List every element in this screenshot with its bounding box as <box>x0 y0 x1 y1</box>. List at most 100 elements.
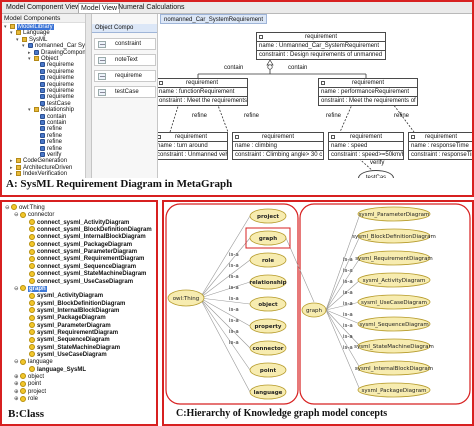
is-a-edge-label: is-a <box>229 263 239 269</box>
class-node-label: role <box>262 258 274 264</box>
is-a-edge-label: is-a <box>343 323 353 329</box>
requirement-performance[interactable]: requirement name : performanceRequiremen… <box>318 78 418 106</box>
owl-class-icon <box>29 292 35 299</box>
element-icon <box>40 119 45 125</box>
folder-icon <box>34 55 39 61</box>
owl-class-icon <box>29 307 35 314</box>
requirement-function[interactable]: requirement name : functionRequirement o… <box>158 78 248 106</box>
owl-class-icon <box>29 248 35 255</box>
is-a-edge-label: is-a <box>343 290 353 296</box>
is-a-edge <box>199 237 251 299</box>
field-icon <box>98 57 106 64</box>
property-constraint[interactable]: constraint <box>94 38 156 50</box>
class-tree-item-label: connect_sysml_InternalBlockDiagram <box>37 234 146 241</box>
contain-label-right: contain <box>288 65 308 71</box>
is-a-edge <box>199 215 251 299</box>
owl-class-icon <box>29 351 35 358</box>
property-requirement[interactable]: requireme <box>94 70 156 82</box>
element-icon <box>40 94 45 100</box>
owl-class-icon <box>29 329 35 336</box>
collapse-icon[interactable]: ⊖ <box>14 211 20 220</box>
class-tree-item-label: sysml_ParameterDiagram <box>37 322 111 329</box>
property-testcase[interactable]: testCase <box>94 86 156 98</box>
class-tree-item-label: connector <box>28 212 55 219</box>
class-tree-item-label: connect_sysml_ActivityDiagram <box>37 219 130 226</box>
model-tree-item[interactable]: ▸ IndexVerification <box>10 170 67 178</box>
class-tree-item-label: connect_sysml_RequirementDiagram <box>37 256 145 263</box>
knowledge-graph-canvas[interactable]: is-a is-a is-a is-a is-a is-a is-a is-a is-a is-a… <box>164 202 472 406</box>
folder-icon <box>34 107 39 113</box>
class-node-label: connector <box>253 346 284 352</box>
requirement-turn-around[interactable]: requirement name : turn around constrain… <box>158 132 228 160</box>
owl-class-icon <box>11 204 17 211</box>
collapse-icon[interactable]: ⊖ <box>14 358 20 367</box>
owl-class-icon <box>29 241 35 248</box>
is-a-edge <box>199 297 251 305</box>
class-tree-item-label: sysml_SequenceDiagram <box>37 337 110 344</box>
requirement-root[interactable]: requirement name : Unmanned_Car_SystemRe… <box>256 32 386 60</box>
is-a-edge-label: is-a <box>343 301 353 307</box>
class-node-label: object <box>258 302 278 308</box>
owl-class-icon <box>29 322 35 329</box>
collapse-icon[interactable]: ⊖ <box>14 285 20 294</box>
class-tree-item-label: sysml_PackageDiagram <box>37 315 106 322</box>
tab-model-view[interactable]: Model View <box>78 3 121 13</box>
owl-class-icon <box>29 233 35 240</box>
requirement-response-time[interactable]: requirement name : responseTime constrai… <box>408 132 472 160</box>
diagram-class-node-label: sysml_ActivityDiagram <box>363 278 426 284</box>
owl-thing-node-label: owl:Thing <box>173 296 200 302</box>
owl-class-icon <box>29 255 35 262</box>
diagram-class-node-label: sysml_InternalBlockDiagram <box>355 366 433 372</box>
diagram-class-node-label: sysml_PackageDiagram <box>361 388 426 394</box>
class-tree-item-label: sysml_UseCaseDiagram <box>37 352 107 358</box>
class-tree-item-label: connect_sysml_BlockDefinitionDiagram <box>37 227 152 234</box>
diagram-class-node-label: sysml_BlockDefinitionDiagram <box>352 234 436 240</box>
owl-class-icon <box>20 380 26 387</box>
class-tree-item-label: sysml_InternalBlockDiagram <box>37 307 120 314</box>
class-tree-item-label: connect_sysml_PackageDiagram <box>37 241 133 248</box>
requirement-climbing[interactable]: requirement name : climbing constraint :… <box>232 132 324 160</box>
class-node-label: point <box>260 368 277 374</box>
class-node-label: relationship <box>249 280 286 286</box>
is-a-edge-label: is-a <box>229 274 239 280</box>
class-tree-item[interactable]: ⊕ role <box>14 395 38 404</box>
element-icon <box>40 139 45 145</box>
requirement-speed[interactable]: requirement name : speed constraint : sp… <box>328 132 404 160</box>
class-tree-item-label: language <box>28 359 53 366</box>
owl-class-icon <box>29 366 35 373</box>
diagram-class-node-label: sysml_UseCaseDiagram <box>361 300 427 306</box>
element-icon <box>40 151 45 157</box>
requirement-diagram-canvas[interactable]: requirement name : Unmanned_Car_SystemRe… <box>158 14 472 178</box>
class-tree-item-label: object <box>28 374 45 381</box>
is-a-edge-label: is-a <box>229 307 239 313</box>
diagram-document-tab[interactable]: nomanned_Car_SystemRequirement <box>160 14 268 24</box>
folder-icon <box>16 171 21 177</box>
folder-icon <box>22 36 27 42</box>
owl-class-icon <box>20 395 26 402</box>
diagram-class-node-label: sysml_StateMachineDiagram <box>354 344 434 350</box>
class-tree-item-label: project <box>28 388 47 395</box>
verify-label: verify <box>370 160 385 166</box>
owl-class-icon <box>20 285 26 292</box>
owl-class-icon <box>29 314 35 321</box>
graph-node-label: graph <box>306 308 323 314</box>
owl-class-icon <box>20 388 26 395</box>
element-icon <box>40 87 45 93</box>
is-a-edge-label: is-a <box>229 340 239 346</box>
tab-numeral-calculations[interactable]: Numeral Calculations <box>116 3 187 13</box>
owl-class-icon <box>29 270 35 277</box>
folder-icon <box>16 30 21 36</box>
is-a-edge-label: is-a <box>229 329 239 335</box>
class-tree-item-label: role <box>28 396 39 403</box>
element-icon <box>40 132 45 138</box>
owl-class-icon <box>29 219 35 226</box>
class-tree-item-label: sysml_RequirementDiagram <box>37 329 119 336</box>
owl-class-icon <box>29 263 35 270</box>
class-tree-item-label: point <box>28 381 42 388</box>
tab-model-component-view[interactable]: Model Component View <box>4 3 82 13</box>
property-notetext[interactable]: noteText <box>94 54 156 66</box>
element-icon <box>40 145 45 151</box>
class-node-label: language <box>254 390 283 396</box>
owl-class-icon <box>20 373 26 380</box>
panel-c-knowledge-graph: is-a is-a is-a is-a is-a is-a is-a is-a is-a is-a… <box>162 200 474 426</box>
